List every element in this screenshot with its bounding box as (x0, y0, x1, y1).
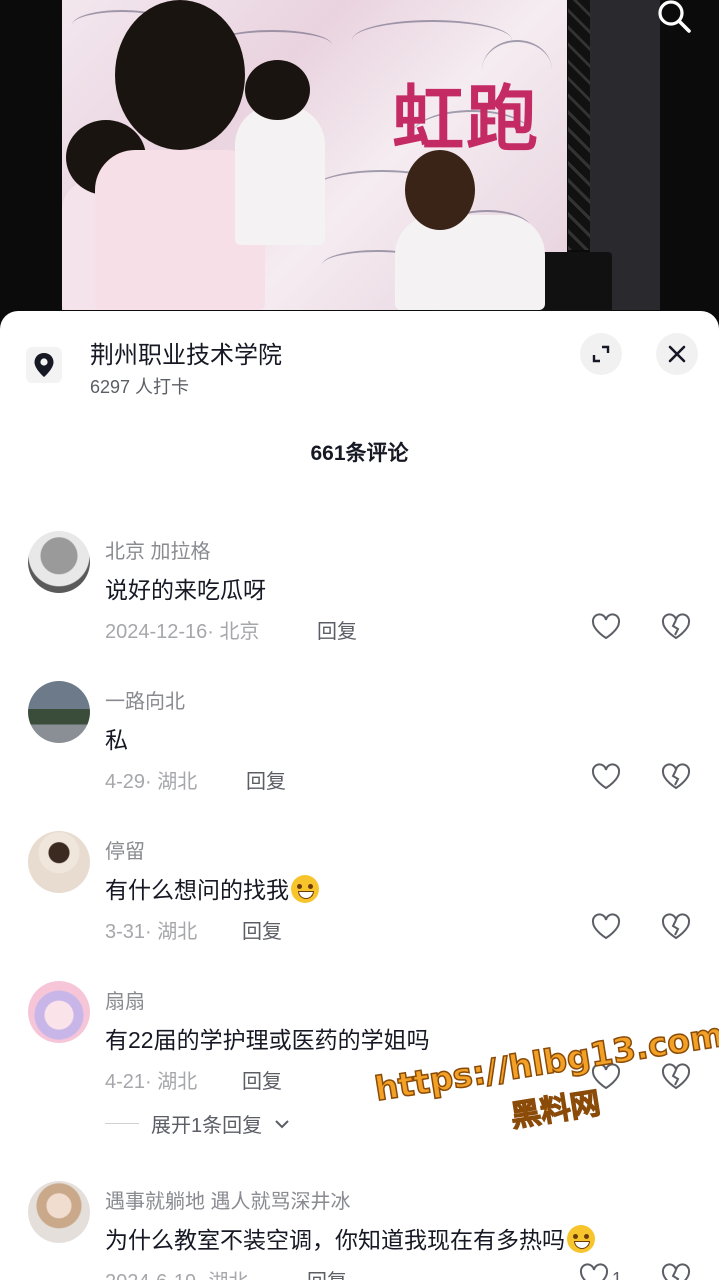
chevron-down-icon (275, 1119, 289, 1128)
person-right (395, 215, 545, 310)
comment-text-content: 有什么想问的找我 (105, 877, 289, 903)
banner-text: 虹跑 (392, 77, 541, 161)
avatar[interactable] (28, 1181, 90, 1243)
reply-button[interactable]: 回复 (242, 1065, 282, 1094)
heart-icon[interactable] (590, 761, 622, 793)
expand-divider (105, 1123, 139, 1124)
heart-icon[interactable] (590, 611, 622, 643)
comment-meta: 4-29· 湖北 (105, 771, 198, 793)
person-writing-head (245, 60, 310, 120)
broken-heart-icon[interactable] (660, 911, 692, 943)
avatar[interactable] (28, 981, 90, 1043)
comment-nickname[interactable]: 北京 加拉格 (105, 535, 211, 564)
avatar[interactable] (28, 531, 90, 593)
location-pin-icon (34, 353, 54, 377)
broken-heart-icon[interactable] (660, 1261, 692, 1280)
avatar[interactable] (28, 831, 90, 893)
reply-button[interactable]: 回复 (242, 915, 282, 944)
comment-text: 有什么想问的找我 (105, 871, 319, 905)
comment-text: 私 (105, 727, 128, 753)
broken-heart-icon[interactable] (660, 611, 692, 643)
person-right-head (405, 150, 475, 230)
search-icon (658, 0, 691, 33)
comment-text-content: 为什么教室不装空调，你知道我现在有多热吗 (105, 1227, 565, 1253)
comment-item: 北京 加拉格 说好的来吃瓜呀 2024-12-16· 北京 回复 (0, 523, 719, 663)
comment-meta: 2024-12-16· 北京 (105, 621, 260, 643)
comment-nickname[interactable]: 扇扇 (105, 985, 145, 1014)
comment-nickname[interactable]: 遇事就躺地 遇人就骂深井冰 (105, 1185, 351, 1214)
search-button[interactable] (651, 0, 697, 34)
heart-icon[interactable] (590, 911, 622, 943)
reply-button[interactable]: 回复 (246, 765, 286, 794)
comments-count-title: 661条评论 (310, 442, 409, 465)
comment-nickname[interactable]: 一路向北 (105, 685, 185, 714)
comment-item: 停留 有什么想问的找我 3-31· 湖北 回复 (0, 823, 719, 963)
reply-button[interactable]: 回复 (317, 615, 357, 644)
close-icon (668, 345, 686, 363)
expand-replies-label: 展开1条回复 (151, 1115, 263, 1137)
comment-nickname[interactable]: 停留 (105, 835, 145, 864)
comment-text: 有22届的学护理或医药的学姐吗 (105, 1027, 430, 1053)
stage-rig (568, 0, 590, 250)
video-player[interactable]: “ 虹跑 (0, 0, 719, 330)
expand-replies-button[interactable]: 展开1条回复 (105, 1109, 290, 1138)
comment-item: 遇事就躺地 遇人就骂深井冰 为什么教室不装空调，你知道我现在有多热吗 2024-… (0, 1173, 719, 1280)
grinning-emoji-icon (291, 875, 319, 903)
person-front-head (115, 0, 245, 150)
comment-sheet: 荆州职业技术学院 6297 人打卡 661条评论 北京 加拉格 说好的来吃瓜呀 … (0, 311, 719, 1280)
comment-text: 说好的来吃瓜呀 (105, 577, 266, 603)
comment-meta: 2024-6-19· 湖北 (105, 1265, 248, 1280)
reply-button[interactable]: 回复 (307, 1265, 347, 1280)
person-writing (235, 105, 325, 245)
expand-button[interactable] (580, 333, 622, 375)
location-pin (26, 347, 62, 383)
location-checkins: 6297 人打卡 (90, 377, 190, 397)
heart-icon[interactable] (578, 1261, 610, 1280)
sweat-smile-emoji-icon (567, 1225, 595, 1253)
expand-icon (592, 345, 610, 363)
close-button[interactable] (656, 333, 698, 375)
location-bar[interactable]: 荆州职业技术学院 6297 人打卡 (0, 311, 719, 411)
broken-heart-icon[interactable] (660, 761, 692, 793)
comment-text: 为什么教室不装空调，你知道我现在有多热吗 (105, 1221, 595, 1255)
avatar[interactable] (28, 681, 90, 743)
location-name[interactable]: 荆州职业技术学院 (90, 335, 282, 370)
comment-item: 一路向北 私 4-29· 湖北 回复 (0, 673, 719, 813)
like-count: 1 (612, 1269, 623, 1280)
comment-meta: 4-21· 湖北 (105, 1071, 198, 1093)
comment-meta: 3-31· 湖北 (105, 921, 198, 943)
